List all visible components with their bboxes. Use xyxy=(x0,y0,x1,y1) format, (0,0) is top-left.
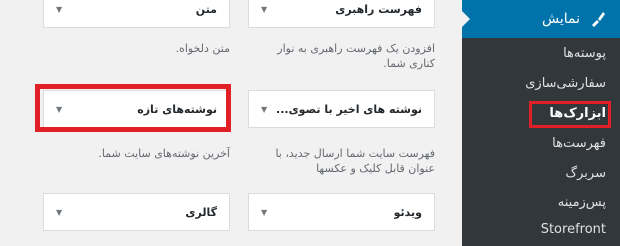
widget-gallery[interactable]: گالری ▼ xyxy=(43,193,230,231)
widget-video[interactable]: ویدئو ▼ xyxy=(248,193,435,231)
widget-text[interactable]: متن ▼ xyxy=(43,0,230,28)
widget-title: متن xyxy=(195,2,217,16)
widget-title: فهرست راهبری xyxy=(335,2,422,16)
widget-description: متن دلخواه. xyxy=(175,42,230,55)
sidebar-item-menus[interactable]: فهرست‌ها xyxy=(552,136,606,151)
chevron-down-icon[interactable]: ▼ xyxy=(56,208,62,217)
widget-description: آخرین نوشته‌های سایت شما. xyxy=(98,147,230,160)
brush-icon xyxy=(588,9,608,29)
widget-description: فهرست سایت شما ارسال جدید، با عنوان قابل… xyxy=(275,147,435,175)
menu-pointer xyxy=(462,11,470,27)
widget-title: گالری xyxy=(185,205,217,219)
sidebar-item-storefront[interactable]: Storefront xyxy=(541,222,606,237)
widget-recent-posts-thumbs[interactable]: نوشته های اخیر با تصوی... ▼ xyxy=(248,90,435,128)
chevron-down-icon[interactable]: ▼ xyxy=(261,208,267,217)
chevron-down-icon[interactable]: ▼ xyxy=(56,5,62,14)
sidebar-item-header[interactable]: سربرگ xyxy=(566,166,607,181)
menu-appearance[interactable]: نمایش xyxy=(462,0,620,38)
chevron-down-icon[interactable]: ▼ xyxy=(261,5,267,14)
highlight-widgets-menu xyxy=(529,101,611,128)
submenu: پوسته‌ها سفارشی‌سازی ابزارک‌ها فهرست‌ها … xyxy=(462,38,620,246)
sidebar-item-customize[interactable]: سفارشی‌سازی xyxy=(525,76,606,91)
chevron-down-icon[interactable]: ▼ xyxy=(261,105,267,114)
widget-nav-menu[interactable]: فهرست راهبری ▼ xyxy=(248,0,435,28)
widget-title: نوشته های اخیر با تصوی... xyxy=(276,102,422,116)
widget-title: ویدئو xyxy=(393,205,422,219)
widget-description: افزودن یک فهرست راهبری به نوار کناری شما… xyxy=(277,42,435,70)
sidebar-item-themes[interactable]: پوسته‌ها xyxy=(563,46,606,61)
highlight-recent-posts xyxy=(35,84,231,132)
sidebar-item-background[interactable]: پس‌زمینه xyxy=(558,195,606,210)
menu-appearance-label: نمایش xyxy=(541,11,580,27)
